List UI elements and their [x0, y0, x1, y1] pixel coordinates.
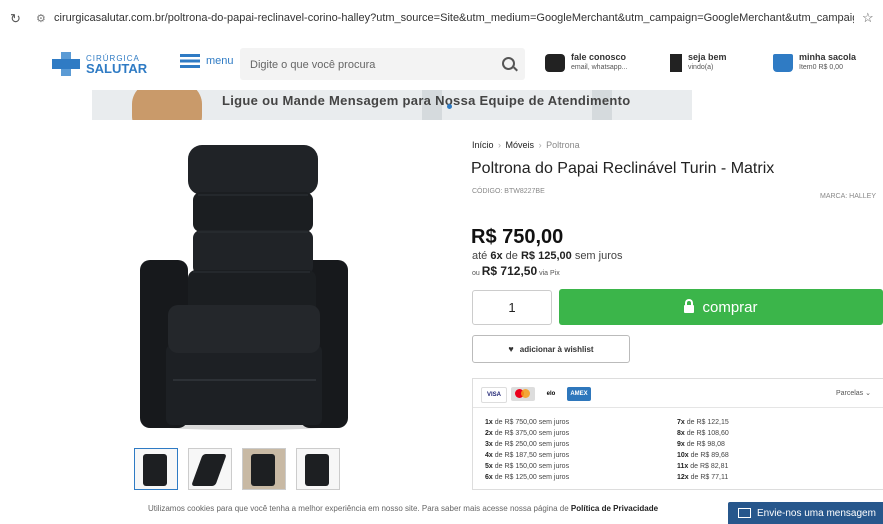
- elo-card-icon[interactable]: elo: [539, 387, 563, 401]
- promo-banner[interactable]: Ligue ou Mande Mensagem para Nossa Equip…: [92, 90, 692, 120]
- pix-price: ou R$ 712,50 via Pix: [472, 264, 560, 278]
- logo-big-text: SALUTAR: [86, 61, 148, 76]
- installment-row: 9x de R$ 98,08: [677, 441, 725, 448]
- pix-value: R$ 712,50: [481, 264, 538, 278]
- visa-card-icon[interactable]: VISA: [481, 387, 507, 403]
- cart-summary: Item0 R$ 0,00: [799, 64, 843, 71]
- breadcrumb: Início › Móveis › Poltrona: [472, 140, 580, 150]
- url-text[interactable]: cirurgicasalutar.com.br/poltrona-do-papa…: [54, 12, 854, 24]
- site-info-icon[interactable]: ⚙: [36, 12, 46, 25]
- hamburger-icon: [180, 54, 200, 68]
- heart-icon: ♥: [508, 344, 514, 354]
- thumbnail-1[interactable]: [134, 448, 178, 490]
- installment-row: 1x de R$ 750,00 sem juros: [485, 419, 570, 426]
- contact-title: fale conosco: [571, 52, 627, 62]
- wishlist-label: adicionar à wishlist: [519, 344, 594, 354]
- add-to-wishlist-button[interactable]: ♥ adicionar à wishlist: [472, 335, 630, 363]
- amex-card-icon[interactable]: AMEX: [567, 387, 591, 401]
- installments-label: Parcelas: [835, 390, 864, 397]
- cart-link[interactable]: minha sacola Item0 R$ 0,00: [773, 52, 856, 72]
- breadcrumb-separator: ›: [538, 140, 542, 150]
- door-login-icon: [670, 54, 682, 72]
- product-main-image[interactable]: [138, 140, 350, 432]
- logo-cross-icon: [52, 52, 80, 76]
- chevron-down-icon: ⌄: [865, 390, 871, 397]
- installment-row: 8x de R$ 108,60: [677, 430, 729, 437]
- search-input[interactable]: [240, 48, 492, 82]
- thumbnail-3[interactable]: [242, 448, 286, 490]
- envelope-icon: [738, 508, 751, 518]
- payment-options-panel: VISA elo AMEX Parcelas ⌄ 1x de R$ 750,00…: [472, 378, 883, 490]
- breadcrumb-separator: ›: [498, 140, 502, 150]
- installment-value: R$ 125,00: [520, 250, 572, 262]
- product-price: R$ 750,00: [471, 226, 564, 248]
- cookie-text: Utilizamos cookies para que você tenha a…: [148, 504, 569, 513]
- privacy-policy-link[interactable]: Política de Privacidade: [571, 504, 658, 513]
- menu-button[interactable]: menu: [180, 54, 234, 68]
- installment-count: 6x: [490, 250, 503, 262]
- site-logo[interactable]: CIRÚRGICA SALUTAR: [52, 52, 147, 76]
- product-title: Poltrona do Papai Reclinável Turin - Mat…: [471, 160, 775, 177]
- panel-divider: [473, 407, 883, 408]
- buy-label: comprar: [702, 298, 758, 316]
- send-message-label: Envie-nos uma mensagem: [757, 507, 876, 519]
- contact-link[interactable]: fale conosco email, whatsapp...: [545, 52, 627, 72]
- site-header: CIRÚRGICA SALUTAR menu fale conosco emai…: [0, 38, 883, 90]
- search-box: [240, 48, 525, 82]
- pix-prefix: ou: [472, 270, 480, 277]
- banner-text: Ligue ou Mande Mensagem para Nossa Equip…: [222, 93, 631, 108]
- installments-dropdown[interactable]: Parcelas ⌄: [836, 389, 871, 397]
- installment-row: 3x de R$ 250,00 sem juros: [485, 441, 570, 448]
- installments-left-column: 1x de R$ 750,00 sem juros 2x de R$ 375,0…: [485, 417, 569, 483]
- installment-info: até 6x de R$ 125,00 sem juros: [472, 250, 623, 262]
- lock-icon: [684, 299, 695, 313]
- installment-row: 7x de R$ 122,15: [677, 419, 729, 426]
- installment-row: 4x de R$ 187,50 sem juros: [485, 452, 570, 459]
- product-brand: MARCA: HALLEY: [820, 193, 877, 200]
- send-message-button[interactable]: Envie-nos uma mensagem: [728, 502, 883, 524]
- chat-bubble-icon: [545, 54, 565, 72]
- installment-row: 10x de R$ 89,68: [677, 452, 729, 459]
- cart-title: minha sacola: [799, 52, 857, 62]
- pix-suffix: via Pix: [539, 270, 560, 277]
- banner-person-image: [132, 90, 202, 120]
- contact-subtitle: email, whatsapp...: [571, 64, 628, 71]
- installment-row: 12x de R$ 77,11: [677, 474, 729, 481]
- account-link[interactable]: seja bem vindo(a): [670, 52, 727, 72]
- installments-right-column: 7x de R$ 122,15 8x de R$ 108,60 9x de R$…: [677, 417, 729, 483]
- product-thumbnails: [134, 448, 340, 490]
- product-code: CÓDIGO: BTW8227BE: [472, 188, 545, 195]
- breadcrumb-home[interactable]: Início: [472, 140, 494, 150]
- installment-prefix: até: [472, 250, 488, 262]
- welcome-title: seja bem: [688, 52, 727, 62]
- buy-button[interactable]: comprar: [559, 289, 883, 325]
- thumbnail-2[interactable]: [188, 448, 232, 490]
- breadcrumb-category[interactable]: Móveis: [506, 140, 535, 150]
- shopping-bag-icon: [773, 54, 793, 72]
- search-icon[interactable]: [502, 57, 515, 70]
- bookmark-star-icon[interactable]: ☆: [862, 10, 874, 26]
- installment-row: 11x de R$ 82,81: [677, 463, 729, 470]
- reload-icon[interactable]: ↻: [10, 11, 21, 27]
- welcome-subtitle: vindo(a): [688, 64, 714, 71]
- installment-row: 6x de R$ 125,00 sem juros: [485, 474, 570, 481]
- card-brands: VISA elo AMEX: [481, 387, 591, 403]
- breadcrumb-current: Poltrona: [546, 140, 580, 150]
- installment-suffix: sem juros: [574, 250, 623, 262]
- installment-row: 5x de R$ 150,00 sem juros: [485, 463, 570, 470]
- thumbnail-4[interactable]: [296, 448, 340, 490]
- menu-label: menu: [206, 55, 234, 67]
- mastercard-card-icon[interactable]: [511, 387, 535, 401]
- installment-row: 2x de R$ 375,00 sem juros: [485, 430, 570, 437]
- browser-address-bar: ↻ ⚙ cirurgicasalutar.com.br/poltrona-do-…: [0, 0, 883, 39]
- banner-indicator-dot[interactable]: [447, 104, 452, 109]
- installment-mid: de: [505, 250, 518, 262]
- quantity-field[interactable]: 1: [472, 290, 552, 325]
